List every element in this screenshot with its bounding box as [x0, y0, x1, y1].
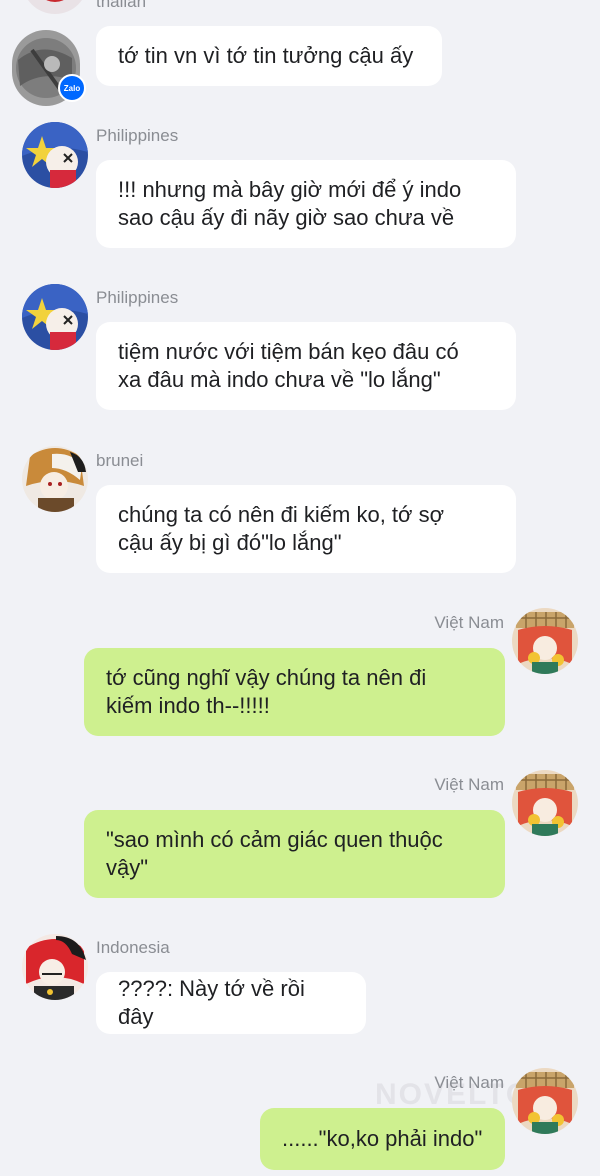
message-line: "sao mình có cảm giác quen thuộc: [106, 827, 443, 852]
message-line: ......"ko,ko phải indo": [282, 1126, 483, 1151]
avatar-vietnam-image: [512, 1068, 578, 1134]
avatar-philippines-image: [22, 122, 88, 188]
avatar-vietnam[interactable]: [512, 770, 578, 836]
message-bubble[interactable]: tớ cũng nghĩ vậy chúng ta nên đi kiếm in…: [84, 648, 505, 736]
avatar-vietnam-image: [512, 608, 578, 674]
avatar-vietnam[interactable]: [512, 608, 578, 674]
message-line: tiệm nước với tiệm bán kẹo đâu có: [118, 339, 459, 364]
message-line: !!! nhưng mà bây giờ mới để ý indo: [118, 177, 462, 202]
message-line: tớ tin vn vì tớ tin tưởng cậu ấy: [118, 43, 414, 68]
avatar-brunei[interactable]: [22, 446, 88, 512]
message-line: cậu ấy bị gì đó"lo lắng": [118, 530, 342, 555]
message-bubble[interactable]: chúng ta có nên đi kiếm ko, tớ sợ cậu ấy…: [96, 485, 516, 573]
message-bubble[interactable]: ......"ko,ko phải indo": [260, 1108, 505, 1170]
message-bubble[interactable]: tiệm nước với tiệm bán kẹo đâu có xa đâu…: [96, 322, 516, 410]
message-line: chúng ta có nên đi kiếm ko, tớ sợ: [118, 502, 445, 527]
message-bubble[interactable]: tớ tin vn vì tớ tin tưởng cậu ấy: [96, 26, 442, 86]
avatar-brunei-image: [22, 446, 88, 512]
avatar-philippines[interactable]: [22, 122, 88, 188]
avatar-thailan-top[interactable]: [22, 0, 88, 14]
message-line: kiếm indo th--!!!!!: [106, 693, 270, 718]
avatar-indonesia[interactable]: [22, 934, 88, 1000]
avatar-vietnam-image: [512, 770, 578, 836]
avatar-thailan-image: [22, 0, 88, 14]
message-bubble[interactable]: "sao mình có cảm giác quen thuộc vậy": [84, 810, 505, 898]
message-line: ????: Này tớ về rồi đây: [118, 976, 305, 1029]
avatar-philippines[interactable]: [22, 284, 88, 350]
sender-name: Việt Nam: [434, 1073, 504, 1092]
avatar-indonesia-image: [22, 934, 88, 1000]
message-bubble[interactable]: ????: Này tớ về rồi đây: [96, 972, 366, 1034]
zalo-badge: Zalo: [58, 74, 86, 102]
message-bubble[interactable]: !!! nhưng mà bây giờ mới để ý indo sao c…: [96, 160, 516, 248]
sender-name: thailan: [96, 0, 147, 11]
sender-name: brunei: [96, 451, 144, 470]
message-line: tớ cũng nghĩ vậy chúng ta nên đi: [106, 665, 427, 690]
message-line: sao cậu ấy đi nãy giờ sao chưa về: [118, 205, 455, 230]
sender-name: Việt Nam: [434, 775, 504, 794]
sender-name: Indonesia: [96, 938, 170, 957]
sender-name: Việt Nam: [434, 613, 504, 632]
avatar-vietnam[interactable]: [512, 1068, 578, 1134]
message-line: xa đâu mà indo chưa về "lo lắng": [118, 367, 441, 392]
avatar-philippines-image: [22, 284, 88, 350]
sender-name: Philippines: [96, 126, 179, 145]
sender-name: Philippines: [96, 288, 179, 307]
message-line: vậy": [106, 855, 149, 880]
